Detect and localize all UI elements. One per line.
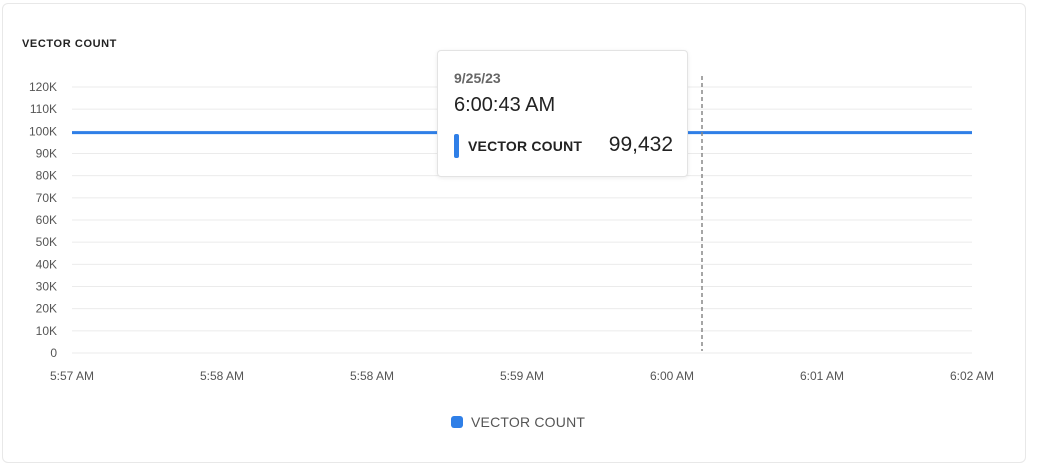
y-tick-label: 80K xyxy=(36,169,57,183)
y-tick-label: 50K xyxy=(36,235,57,249)
legend[interactable]: VECTOR COUNT xyxy=(451,414,585,430)
tooltip-date: 9/25/23 xyxy=(454,70,501,86)
x-tick-label: 6:00 AM xyxy=(650,369,694,383)
x-tick-label: 5:58 AM xyxy=(350,369,394,383)
x-tick-label: 6:02 AM xyxy=(950,369,994,383)
tooltip-series-marker xyxy=(454,134,459,158)
y-tick-label: 20K xyxy=(36,302,57,316)
y-tick-label: 120K xyxy=(29,80,57,94)
tooltip-series-value: 99,432 xyxy=(608,133,673,156)
tooltip-series-row: VECTOR COUNT 99,432 xyxy=(454,133,673,159)
y-tick-label: 100K xyxy=(29,124,57,138)
tooltip-time: 6:00:43 AM xyxy=(454,94,556,116)
y-tick-label: 10K xyxy=(36,324,57,338)
y-tick-label: 0 xyxy=(50,346,57,360)
x-axis-ticks: 5:57 AM 5:58 AM 5:58 AM 5:59 AM 6:00 AM 6:01 … xyxy=(50,369,994,383)
y-tick-label: 90K xyxy=(36,147,57,161)
legend-swatch xyxy=(451,416,463,428)
x-tick-label: 5:57 AM xyxy=(50,369,94,383)
y-tick-label: 30K xyxy=(36,280,57,294)
x-tick-label: 6:01 AM xyxy=(800,369,844,383)
tooltip-series-name: VECTOR COUNT xyxy=(468,138,583,154)
hover-tooltip: 9/25/23 6:00:43 AM VECTOR COUNT 99,432 xyxy=(437,50,688,177)
y-tick-label: 110K xyxy=(30,102,57,116)
y-tick-label: 70K xyxy=(36,191,57,205)
x-tick-label: 5:58 AM xyxy=(200,369,244,383)
y-tick-label: 60K xyxy=(36,213,57,227)
y-tick-label: 40K xyxy=(36,257,57,271)
y-axis-ticks: 0 10K 20K 30K 40K 50K 60K 70K 80K 90K 100K 110K 120K xyxy=(29,80,57,360)
x-tick-label: 5:59 AM xyxy=(500,369,544,383)
legend-label: VECTOR COUNT xyxy=(471,414,586,430)
